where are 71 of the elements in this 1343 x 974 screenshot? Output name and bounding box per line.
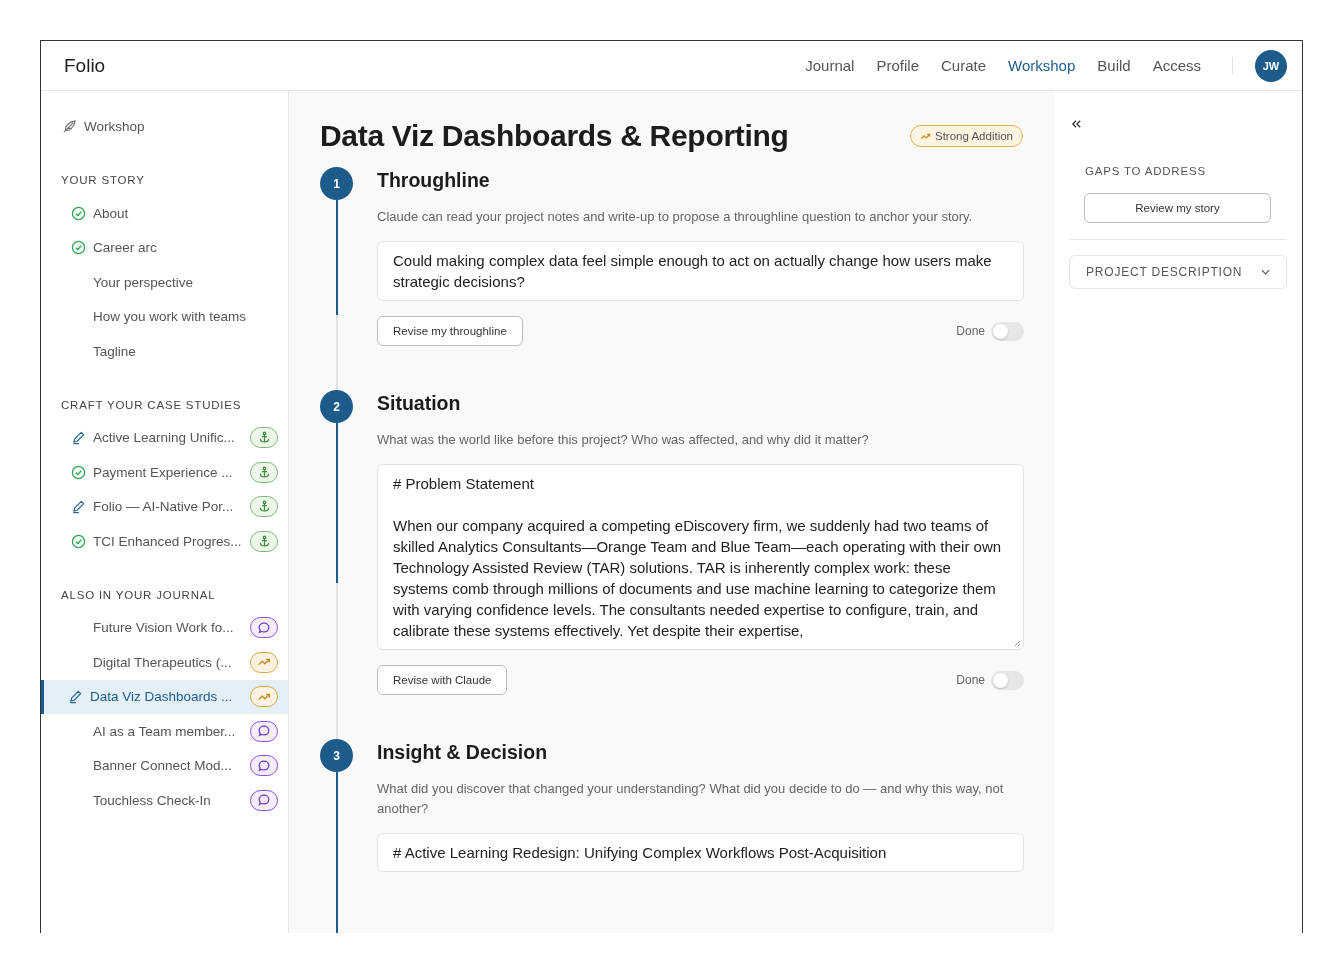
sidebar-item[interactable]: How you work with teams [41, 299, 288, 334]
chevron-down-icon [1261, 269, 1270, 275]
check-circle-icon [71, 240, 86, 256]
sidebar-item[interactable]: Career arc [41, 230, 288, 265]
sidebar-item[interactable]: Folio — AI-Native Por... [41, 489, 288, 524]
sidebar-title: Workshop [84, 119, 145, 134]
done-toggle[interactable] [991, 321, 1024, 341]
sidebar-item[interactable]: Digital Therapeutics (... [41, 645, 288, 680]
step-prompt: What was the world like before this project? Who was affected, and why did it matter? [377, 431, 870, 449]
step-title: Situation [377, 392, 462, 415]
anchor-badge [250, 496, 278, 518]
pencil-icon [71, 499, 86, 515]
panel-heading: GAPS TO ADDRESS [1085, 165, 1207, 177]
nav-link[interactable]: Access [1143, 53, 1210, 78]
app-logo[interactable]: Folio [64, 54, 797, 77]
nav-link[interactable]: Curate [932, 53, 995, 78]
anchor-badge [250, 461, 278, 483]
revise-button[interactable]: Revise my throughline [377, 316, 523, 346]
chat-badge [250, 720, 278, 742]
step-number: 1 [320, 167, 353, 200]
sidebar-item[interactable]: Active Learning Unific... [41, 420, 288, 455]
section-heading: CRAFT YOUR CASE STUDIES [60, 398, 243, 411]
feather-icon [62, 119, 77, 134]
nav-link[interactable]: Profile [867, 53, 928, 78]
text-field[interactable]: # Problem Statement When our company acquired a competing eDiscovery firm, we suddenly had two teams of skilled Analytics Consultants—Orange Team and Blue Team—each operating with their own Technology Assisted Review (TAR) solutions. TAR is inherently complex work: these systems comb through millions of documents and use machine learning to categorize them with varying confidence levels. The consultants needed expertise to configure, train, and calibrate these systems effectively. Yet despite their expertise, [377, 464, 1024, 650]
done-label: Done [956, 324, 985, 338]
chat-badge [250, 789, 278, 811]
check-circle-icon [71, 205, 86, 221]
trend-badge [250, 651, 278, 673]
sidebar-item[interactable]: Your perspective [41, 265, 288, 300]
pencil-icon [71, 430, 86, 446]
sidebar-item[interactable]: AI as a Team member... [41, 714, 288, 749]
step-number: 3 [320, 739, 353, 772]
step-number: 2 [320, 390, 353, 423]
check-circle-icon [71, 533, 86, 549]
strong-addition-tag: Strong Addition [910, 125, 1023, 147]
section-heading: YOUR STORY [60, 174, 146, 186]
resize-handle-icon[interactable] [1013, 639, 1021, 647]
sidebar-item[interactable]: Data Viz Dashboards ... [41, 679, 288, 714]
sidebar-item[interactable]: TCI Enhanced Progres... [41, 524, 288, 559]
sidebar-item[interactable]: Banner Connect Mod... [41, 748, 288, 783]
nav-link[interactable]: Journal [796, 53, 864, 78]
sidebar-item[interactable]: Payment Experience ... [41, 455, 288, 490]
text-field[interactable]: # Active Learning Redesign: Unifying Complex Workflows Post-Acquisition [377, 833, 1024, 872]
review-button[interactable]: Review my story [1084, 193, 1271, 223]
text-field[interactable]: Could making complex data feel simple enough to act on actually change how users make strategic decisions? [377, 241, 1024, 301]
sidebar-item[interactable]: Future Vision Work fo... [41, 610, 288, 645]
section-heading: ALSO IN YOUR JOURNAL [60, 588, 217, 601]
step-title: Insight & Decision [377, 741, 549, 764]
accordion-header[interactable]: PROJECT DESCRIPTION [1069, 255, 1287, 289]
step-prompt: What did you discover that changed your understanding? What did you decide to do — and why this way, not another? [377, 780, 1005, 818]
check-circle-icon [71, 464, 86, 480]
sidebar-item[interactable]: Tagline [41, 334, 288, 369]
revise-button[interactable]: Revise with Claude [377, 665, 508, 695]
pencil-icon [68, 689, 83, 705]
anchor-badge [250, 530, 278, 552]
step-prompt: Claude can read your project notes and write-up to propose a throughline question to anchor your story. [377, 208, 974, 226]
done-toggle[interactable] [991, 670, 1024, 690]
nav-link[interactable]: Workshop [999, 53, 1085, 78]
page-title: Data Viz Dashboards & Reporting [320, 119, 789, 153]
chat-badge [250, 617, 278, 639]
done-label: Done [956, 673, 985, 687]
anchor-badge [250, 427, 278, 449]
step-title: Throughline [377, 169, 491, 192]
sidebar-item[interactable]: Touchless Check-In [41, 783, 288, 818]
sidebar-item[interactable]: About [41, 196, 288, 231]
user-avatar[interactable]: JW [1255, 49, 1287, 82]
double-chevron-icon [1071, 119, 1082, 129]
nav-link[interactable]: Build [1088, 53, 1140, 78]
trend-badge [250, 686, 278, 708]
chat-badge [250, 755, 278, 777]
